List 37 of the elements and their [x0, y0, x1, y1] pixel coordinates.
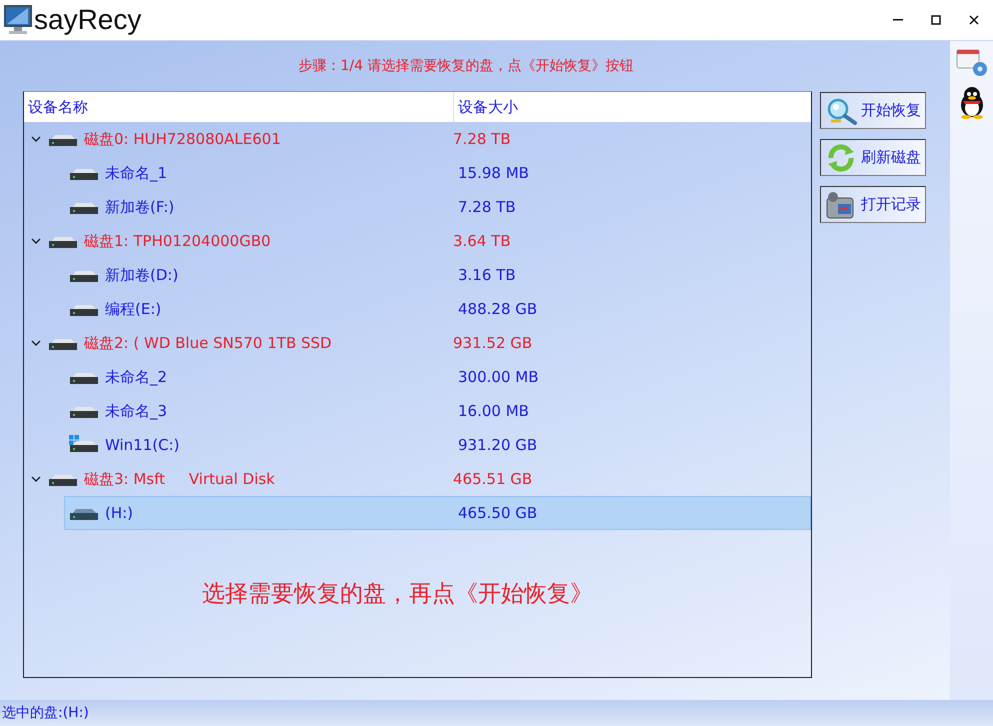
volume-row[interactable]: 新加卷(F:) 7.28 TB: [64, 190, 811, 224]
volume-name: (H:): [105, 504, 134, 522]
volume-row[interactable]: 未命名_1 15.98 MB: [64, 156, 811, 190]
refresh-button[interactable]: 刷新磁盘: [820, 139, 926, 176]
column-header[interactable]: 设备名称: [28, 98, 88, 116]
selected-disk-status: 选中的盘:(H:): [2, 704, 89, 722]
volume-size: 15.98 MB: [457, 164, 529, 182]
volume-name: 未命名_3: [105, 402, 168, 420]
volume-name: 新加卷(D:): [105, 266, 178, 284]
volume-row[interactable]: 新加卷(D:) 3.16 TB: [64, 258, 811, 292]
window-title: sayRecy: [34, 4, 142, 36]
volume-name: 未命名_1: [105, 164, 168, 182]
volume-row[interactable]: 未命名_3 16.00 MB: [64, 394, 811, 428]
volume-name: 编程(E:): [105, 300, 162, 318]
volume-row[interactable]: 编程(E:) 488.28 GB: [64, 292, 811, 326]
volume-row[interactable]: 未命名_2 300.00 MB: [64, 360, 811, 394]
column-header[interactable]: 设备大小: [458, 98, 518, 116]
volume-size: 488.28 GB: [457, 300, 538, 318]
volume-name: 未命名_2: [105, 368, 168, 386]
disk-size: 931.52 GB: [452, 334, 532, 352]
disk-size: 465.51 GB: [452, 470, 532, 488]
start-button[interactable]: 开始恢复: [820, 92, 926, 129]
volume-name: Win11(C:): [105, 436, 180, 454]
disk-size: 7.28 TB: [452, 130, 511, 148]
disk-size: 3.64 TB: [452, 232, 511, 250]
hint-text: 选择需要恢复的盘，再点《开始恢复》: [202, 580, 593, 609]
volume-size: 300.00 MB: [457, 368, 538, 386]
volume-size: 931.20 GB: [457, 436, 538, 454]
volume-row[interactable]: Win11(C:) 931.20 GB: [64, 428, 811, 462]
log-button[interactable]: 打开记录: [820, 186, 926, 223]
volume-size: 465.50 GB: [457, 504, 538, 522]
volume-row[interactable]: (H:) 465.50 GB: [64, 496, 811, 530]
volume-size: 3.16 TB: [457, 266, 516, 284]
volume-name: 新加卷(F:): [105, 198, 174, 216]
step-instruction: 步骤：1/4 请选择需要恢复的盘，点《开始恢复》按钮: [298, 57, 634, 75]
volume-size: 16.00 MB: [457, 402, 529, 420]
volume-size: 7.28 TB: [457, 198, 516, 216]
